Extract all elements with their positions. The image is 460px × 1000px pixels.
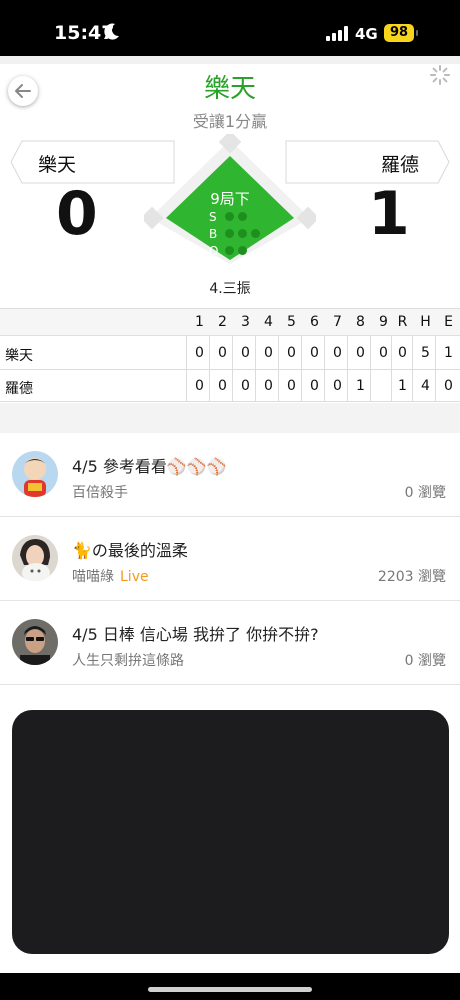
line-score-home-team: 羅德: [5, 381, 33, 397]
line-score-header-cell: 4: [264, 314, 273, 330]
section-gap: [0, 403, 460, 433]
post-author: 人生只剩拚這條路: [72, 653, 184, 669]
line-score-cell: 0: [264, 378, 273, 394]
row-divider: [0, 369, 460, 370]
battery-icon: 98: [384, 24, 414, 42]
game-title: 樂天: [203, 74, 256, 104]
post-title: 🐈の最後的溫柔: [72, 541, 188, 560]
line-score-header-cell: 3: [241, 314, 250, 330]
line-score-cell: 0: [310, 345, 319, 361]
line-score-cell: 0: [195, 345, 204, 361]
line-score-cell: 1: [444, 345, 453, 361]
line-score-cell: 0: [241, 378, 250, 394]
line-score-cell: 1: [398, 378, 407, 394]
ball-label: B: [209, 227, 218, 241]
network-label: 4G: [355, 25, 378, 43]
app-screen: 樂天 受讓1分贏 樂天 羅德 0 1 9局下 S B O 4.三振 123456…: [0, 56, 460, 1000]
line-score-cell: 0: [398, 345, 407, 361]
line-score-cell: 0: [444, 378, 453, 394]
home-team-name: 羅德: [381, 154, 420, 176]
line-score-cell: 0: [287, 378, 296, 394]
live-badge: Live: [120, 569, 149, 585]
post-author: 百倍殺手: [72, 485, 128, 501]
line-score-cell: 0: [310, 378, 319, 394]
inning-label: 9局下: [210, 190, 250, 208]
out-dot: [225, 246, 234, 255]
line-score-cell: 0: [333, 378, 342, 394]
moon-icon: [104, 23, 119, 40]
man-avatar: [12, 619, 58, 665]
line-score-header-cell: R: [397, 314, 408, 330]
line-score-cell: 5: [421, 345, 430, 361]
post-author: 喵喵綠 Live: [72, 566, 149, 586]
line-score-cell: 0: [333, 345, 342, 361]
status-bar: 15:47 4G 98: [0, 0, 460, 56]
post-item[interactable]: 4/5 參考看看⚾⚾⚾ 百倍殺手 0 瀏覽: [0, 433, 460, 517]
post-item[interactable]: 🐈の最後的溫柔 喵喵綠 Live 2203 瀏覽: [0, 517, 460, 601]
line-score-header-cell: 2: [218, 314, 227, 330]
signal-icon: [326, 26, 348, 41]
post-views: 2203 瀏覽: [377, 569, 446, 585]
ball-dot: [251, 229, 260, 238]
line-score-header-cell: E: [444, 314, 453, 330]
line-score-cell: 0: [195, 378, 204, 394]
post-item[interactable]: 4/5 日棒 信心場 我拚了 你拚不拚? 人生只剩拚這條路 0 瀏覽: [0, 601, 460, 685]
away-team-name: 樂天: [38, 154, 77, 176]
line-score-header-cell: H: [420, 314, 431, 330]
line-score-cell: 0: [264, 345, 273, 361]
line-score-header-cell: 5: [287, 314, 296, 330]
battery-tip: [416, 30, 418, 36]
line-score-cell: 1: [356, 378, 365, 394]
line-score-cell: 0: [356, 345, 365, 361]
strike-dot: [225, 212, 234, 221]
line-score-cell: 0: [241, 345, 250, 361]
post-views: 0 瀏覽: [404, 485, 446, 501]
last-play-text: 4.三振: [209, 281, 251, 297]
strike-dot: [238, 212, 247, 221]
ball-dot: [225, 229, 234, 238]
overlay-panel[interactable]: [12, 710, 449, 954]
ball-dot: [238, 229, 247, 238]
home-indicator[interactable]: [148, 987, 312, 992]
line-score-table: 123456789RHE00000000005100000001140 樂天 羅…: [0, 308, 460, 402]
line-score-header-cell: 6: [310, 314, 319, 330]
line-score-cell: 0: [218, 345, 227, 361]
handicap-subtitle: 受讓1分贏: [192, 112, 268, 131]
top-strip: [0, 56, 460, 64]
post-title: 4/5 日棒 信心場 我拚了 你拚不拚?: [72, 625, 319, 644]
post-views: 0 瀏覽: [404, 653, 446, 669]
person-with-cat-avatar: [12, 535, 58, 581]
strike-label: S: [209, 210, 217, 224]
line-score-header-cell: 7: [333, 314, 342, 330]
line-score-header-cell: 1: [195, 314, 204, 330]
line-score-away-team: 樂天: [5, 348, 33, 364]
out-dot: [238, 246, 247, 255]
line-score-cell: 0: [287, 345, 296, 361]
post-title: 4/5 參考看看⚾⚾⚾: [72, 457, 227, 476]
line-score-header-cell: 8: [356, 314, 365, 330]
post-author-name: 喵喵綠: [72, 569, 114, 585]
line-score-cell: 0: [218, 378, 227, 394]
cartoon-avatar: [12, 451, 58, 497]
out-label: O: [209, 244, 219, 258]
line-score-cell: 4: [421, 378, 430, 394]
